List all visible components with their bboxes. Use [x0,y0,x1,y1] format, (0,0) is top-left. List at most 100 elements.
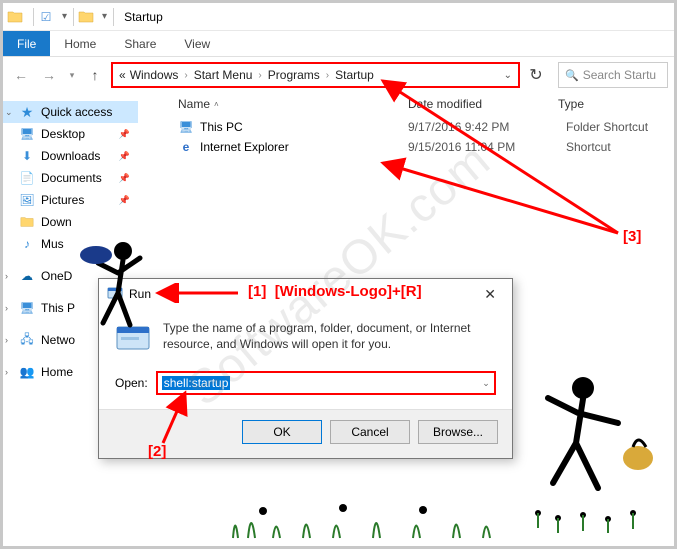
chevron-down-icon[interactable]: ⌄ [5,107,13,118]
onedrive-icon: ☁ [19,268,35,284]
tab-file[interactable]: File [3,31,50,56]
pin-icon: 📌 [119,173,130,184]
tab-home[interactable]: Home [50,31,110,56]
sidebar-item-music[interactable]: ♪ Mus [3,233,138,255]
folder-icon [19,214,35,230]
tab-share[interactable]: Share [110,31,170,56]
title-bar: ☑ ▾ ▾ Startup [3,3,674,31]
chevron-right-icon[interactable]: › [256,70,263,81]
sidebar-item-downloads[interactable]: ⬇ Downloads 📌 [3,145,138,167]
network-icon: 🖧 [19,332,35,348]
chevron-right-icon[interactable]: › [324,70,331,81]
sidebar-item-label: Down [41,215,72,229]
breadcrumb-item[interactable]: Start Menu [194,68,253,82]
up-button[interactable]: ↑ [83,63,107,87]
sidebar-item-label: Desktop [41,127,85,141]
nav-row: ← → ▾ ↑ « Windows › Start Menu › Program… [3,57,674,93]
window-title: Startup [124,10,163,24]
cancel-button[interactable]: Cancel [330,420,410,444]
breadcrumb-item[interactable]: Startup [335,68,374,82]
homegroup-icon: 👥 [19,364,35,380]
sidebar-item-pictures[interactable]: 🖼 Pictures 📌 [3,189,138,211]
column-headers: Name ˄ Date modified Type [138,93,674,117]
run-description: Type the name of a program, folder, docu… [163,321,496,357]
file-row[interactable]: e Internet Explorer 9/15/2016 11:04 PM S… [138,137,674,157]
star-icon: ★ [19,104,35,120]
run-big-icon [115,321,151,357]
file-name: Internet Explorer [200,140,289,154]
sidebar-item-label: OneD [41,269,72,283]
tab-view[interactable]: View [170,31,224,56]
downloads-icon: ⬇ [19,148,35,164]
open-value: shell:startup [162,376,231,390]
sidebar-item-desktop[interactable]: 🖥 Desktop 📌 [3,123,138,145]
column-name[interactable]: Name ˄ [178,97,408,111]
sidebar-item-label: Pictures [41,193,84,207]
sidebar-item-label: Quick access [41,105,112,119]
ribbon-tabs: File Home Share View [3,31,674,57]
run-title-text: Run [129,287,151,301]
breadcrumb-item[interactable]: Programs [268,68,320,82]
chevron-right-icon[interactable]: › [5,335,8,345]
browse-button[interactable]: Browse... [418,420,498,444]
sidebar-item-down[interactable]: Down [3,211,138,233]
chevron-down-icon[interactable]: ⌄ [478,378,494,389]
file-type: Folder Shortcut [566,120,666,134]
pin-icon: 📌 [119,129,130,140]
search-placeholder: Search Startu [583,68,656,82]
open-combobox[interactable]: shell:startup ⌄ [156,371,496,395]
folder-icon [7,9,23,25]
pin-icon: 📌 [119,151,130,162]
run-icon [107,285,123,304]
qat-dropdown-icon[interactable]: ▾ [62,11,67,22]
file-date: 9/15/2016 11:04 PM [408,140,558,154]
sidebar-item-label: Mus [41,237,64,251]
pictures-icon: 🖼 [19,192,35,208]
desktop-icon: 🖥 [19,126,35,142]
address-bar[interactable]: « Windows › Start Menu › Programs › Star… [111,62,520,88]
pc-icon: 🖥 [178,119,194,135]
chevron-right-icon[interactable]: › [5,367,8,377]
file-name: This PC [200,120,243,134]
column-type[interactable]: Type [558,97,658,111]
caret-icon: ▾ [102,11,107,22]
sidebar-item-label: Home [41,365,73,379]
search-input[interactable]: 🔍 Search Startu [558,62,668,88]
documents-icon: 📄 [19,170,35,186]
file-date: 9/17/2016 9:42 PM [408,120,558,134]
column-date[interactable]: Date modified [408,97,558,111]
forward-button[interactable]: → [37,63,61,87]
history-dropdown[interactable]: ▾ [65,63,79,87]
back-button[interactable]: ← [9,63,33,87]
run-dialog: Run ✕ Type the name of a program, folder… [98,278,513,459]
sidebar-item-label: Documents [41,171,102,185]
close-button[interactable]: ✕ [476,284,504,305]
sidebar-item-label: This P [41,301,75,315]
music-icon: ♪ [19,236,35,252]
sidebar-quick-access[interactable]: ⌄ ★ Quick access [3,101,138,123]
chevron-right-icon[interactable]: › [182,70,189,81]
pc-icon: 🖥 [19,300,35,316]
folder-icon [78,9,94,25]
breadcrumb-prefix: « [119,68,126,82]
run-titlebar: Run ✕ [99,279,512,309]
ok-button[interactable]: OK [242,420,322,444]
sidebar-item-label: Netwo [41,333,75,347]
pin-icon: 📌 [119,195,130,206]
divider [113,8,114,26]
open-label: Open: [115,376,148,390]
breadcrumb-item[interactable]: Windows [130,68,179,82]
sort-caret-icon: ˄ [214,100,219,109]
chevron-right-icon[interactable]: › [5,303,8,313]
sidebar-item-label: Downloads [41,149,100,163]
file-type: Shortcut [566,140,666,154]
sidebar-item-documents[interactable]: 📄 Documents 📌 [3,167,138,189]
address-dropdown-icon[interactable]: ⌄ [504,70,512,81]
file-row[interactable]: 🖥 This PC 9/17/2016 9:42 PM Folder Short… [138,117,674,137]
ie-icon: e [178,139,194,155]
search-icon: 🔍 [565,69,579,82]
divider [33,8,34,26]
refresh-button[interactable]: ↻ [524,63,548,87]
properties-icon[interactable]: ☑ [38,9,54,25]
chevron-right-icon[interactable]: › [5,271,8,281]
